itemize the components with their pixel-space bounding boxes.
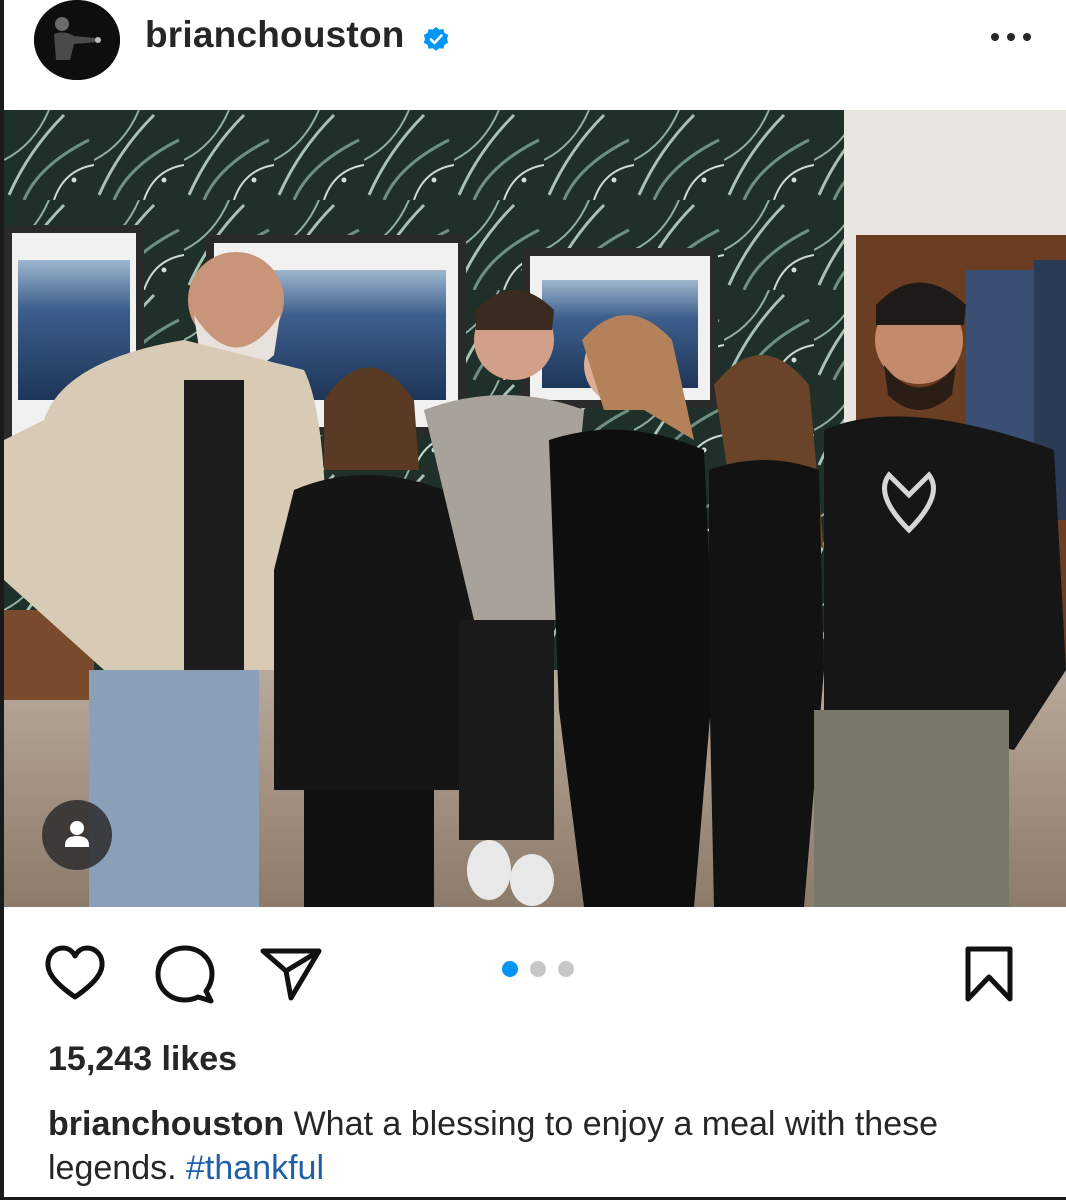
caption-hashtag[interactable]: #thankful <box>186 1149 324 1187</box>
caption-username[interactable]: brianchouston <box>48 1105 284 1143</box>
post-header: brianchouston <box>4 0 1066 110</box>
carousel-indicator <box>498 959 578 979</box>
likes-count[interactable]: 15,243 likes <box>48 1040 237 1079</box>
verified-badge-icon <box>423 27 449 51</box>
share-icon[interactable] <box>259 945 323 1003</box>
heart-icon[interactable] <box>44 945 106 1003</box>
user-tag-icon <box>65 821 89 847</box>
carousel-dot <box>530 961 546 977</box>
comment-icon[interactable] <box>154 945 216 1005</box>
more-options-icon[interactable] <box>988 22 1034 52</box>
avatar[interactable] <box>34 0 120 80</box>
carousel-dot <box>558 961 574 977</box>
bookmark-icon[interactable] <box>962 945 1016 1003</box>
carousel-dot-active <box>502 961 518 977</box>
post-username[interactable]: brianchouston <box>145 14 405 56</box>
user-tag-button[interactable] <box>42 800 112 870</box>
post-caption: brianchouston What a blessing to enjoy a… <box>48 1102 1028 1190</box>
post-photo[interactable] <box>4 110 1066 907</box>
action-bar <box>4 907 1066 1027</box>
